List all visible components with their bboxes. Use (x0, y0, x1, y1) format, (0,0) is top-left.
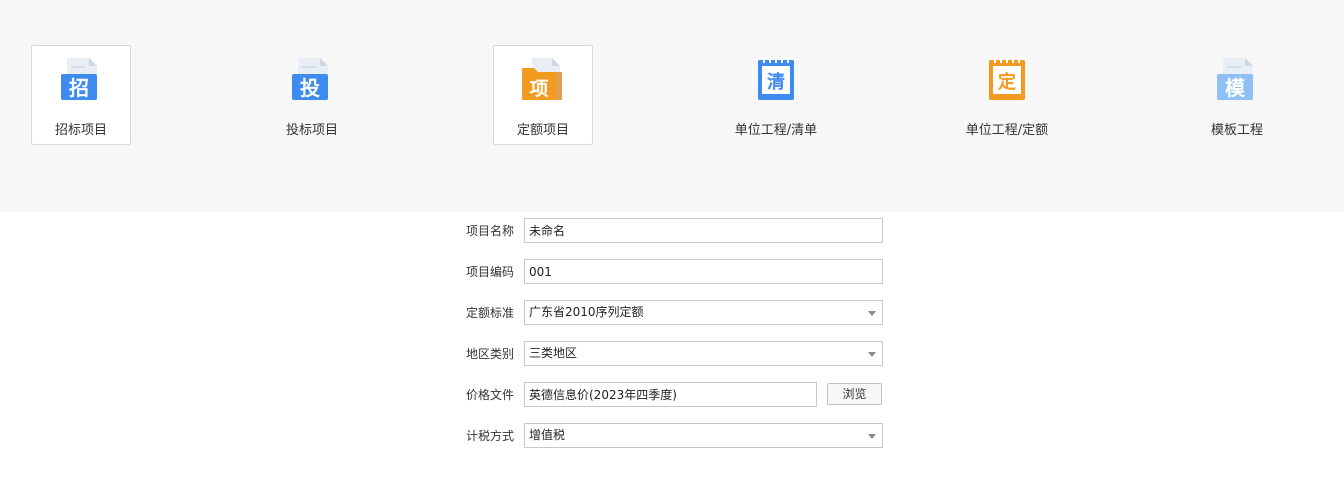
tile-icon-glyph: 招 (69, 76, 89, 100)
project-name-input[interactable] (524, 218, 883, 243)
tile-tender-project[interactable]: 招 招标项目 (31, 45, 131, 145)
quota-standard-label: 定额标准 (465, 306, 514, 320)
price-file-label: 价格文件 (465, 388, 514, 402)
document-zhao-icon: 招 (61, 58, 97, 100)
quota-standard-select[interactable]: 广东省2010序列定额 (524, 300, 883, 325)
tax-method-select[interactable]: 增值税 (524, 423, 883, 448)
tile-template-project[interactable]: 模 模板工程 (1187, 45, 1287, 145)
project-code-label: 项目编码 (465, 265, 514, 279)
document-tou-icon: 投 (292, 58, 328, 100)
tile-bid-project[interactable]: 投 投标项目 (262, 45, 362, 145)
tile-icon-glyph: 定 (998, 71, 1016, 93)
price-file-input[interactable] (524, 382, 817, 407)
notepad-qing-icon: 清 (758, 57, 794, 100)
region-type-label: 地区类别 (465, 347, 514, 361)
tile-icon-glyph: 模 (1225, 76, 1246, 100)
tax-method-value: 增值税 (529, 428, 566, 442)
tile-icon-glyph: 项 (529, 78, 548, 100)
project-name-label: 项目名称 (465, 224, 514, 238)
chevron-down-icon (868, 311, 876, 316)
folder-xiang-icon: 项 (522, 58, 562, 100)
chevron-down-icon (868, 434, 876, 439)
tile-label: 定额项目 (516, 123, 570, 138)
region-type-value: 三类地区 (529, 346, 578, 360)
tile-label: 单位工程/清单 (734, 123, 818, 138)
chevron-down-icon (868, 352, 876, 357)
tile-label: 单位工程/定额 (965, 123, 1049, 138)
tile-unit-quota[interactable]: 定 单位工程/定额 (957, 45, 1057, 145)
tile-label: 招标项目 (54, 123, 108, 138)
document-mo-icon: 模 (1217, 58, 1253, 100)
tile-label: 投标项目 (285, 123, 339, 138)
region-type-select[interactable]: 三类地区 (524, 341, 883, 366)
tile-unit-bill[interactable]: 清 单位工程/清单 (726, 45, 826, 145)
browse-button[interactable]: 浏览 (827, 383, 882, 405)
project-type-toolbar: 招 招标项目 投 投标项目 项 定额项目 清 单位工程/清单 定 单位工程/定额… (0, 0, 1344, 212)
tile-icon-glyph: 清 (767, 72, 785, 93)
tile-icon-glyph: 投 (300, 76, 320, 100)
tax-method-label: 计税方式 (465, 429, 514, 443)
quota-standard-value: 广东省2010序列定额 (529, 305, 644, 319)
project-code-input[interactable] (524, 259, 883, 284)
notepad-ding-icon: 定 (989, 57, 1025, 100)
tile-quota-project[interactable]: 项 定额项目 (493, 45, 593, 145)
tile-label: 模板工程 (1210, 123, 1264, 138)
